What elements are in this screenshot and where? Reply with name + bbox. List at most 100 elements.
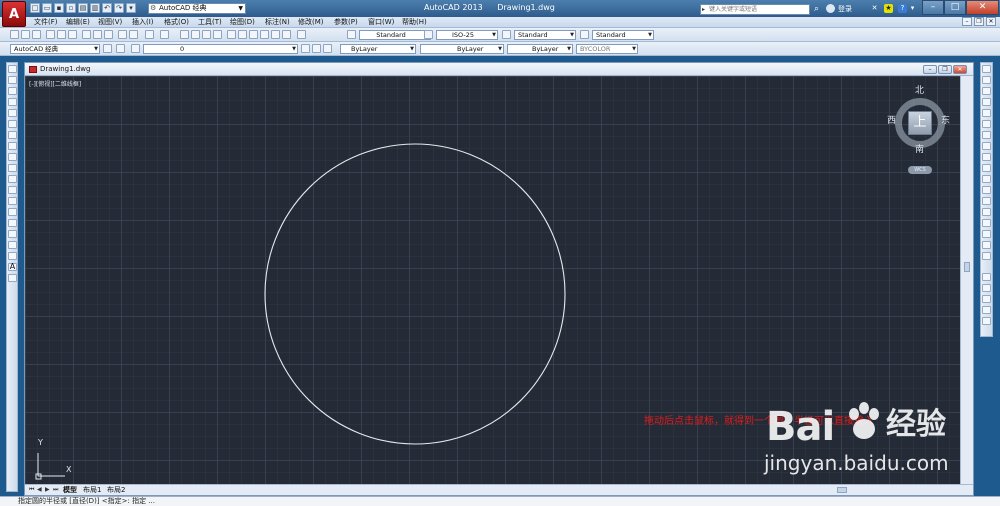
rectangle-icon[interactable]: [8, 109, 17, 117]
bring-front-icon[interactable]: [982, 284, 991, 292]
mirror-icon[interactable]: [982, 87, 991, 95]
wcs-menu[interactable]: WCS: [908, 166, 932, 174]
plot-icon[interactable]: [46, 30, 55, 39]
layer-previous-icon[interactable]: [312, 44, 321, 53]
drawing-minimize-button[interactable]: –: [923, 65, 937, 74]
layer-state-icon[interactable]: [323, 44, 332, 53]
zoom-realtime-icon[interactable]: [191, 30, 200, 39]
send-under-icon[interactable]: [982, 317, 991, 325]
copy-object-icon[interactable]: [982, 76, 991, 84]
new-icon[interactable]: □: [30, 3, 40, 13]
last-tab-icon[interactable]: ⏭: [53, 486, 58, 494]
scale-icon[interactable]: [982, 142, 991, 150]
qnew-icon[interactable]: [10, 30, 19, 39]
ellipse-arc-icon[interactable]: [8, 175, 17, 183]
blend-curves-icon[interactable]: [982, 241, 991, 249]
copy-icon[interactable]: [93, 30, 102, 39]
doc-minimize-button[interactable]: –: [962, 17, 972, 26]
help-icon[interactable]: [297, 30, 306, 39]
open-icon[interactable]: [21, 30, 30, 39]
gradient-icon[interactable]: [8, 230, 17, 238]
search-icon[interactable]: ⌕: [814, 4, 819, 14]
pan-icon[interactable]: [180, 30, 189, 39]
drawing-close-button[interactable]: ✕: [953, 65, 967, 74]
minimize-button[interactable]: –: [922, 0, 944, 15]
make-current-layer-icon[interactable]: [301, 44, 310, 53]
sheet-set-icon[interactable]: [260, 30, 269, 39]
tab-layout2[interactable]: 布局2: [107, 486, 125, 495]
exchange-icon[interactable]: ✕: [870, 4, 879, 13]
layer-properties-icon[interactable]: [116, 44, 125, 53]
line-icon[interactable]: [8, 65, 17, 73]
markup-icon[interactable]: [271, 30, 280, 39]
table-style-dropdown[interactable]: Standard ▼: [514, 30, 576, 40]
text-style-dropdown[interactable]: Standard ▼: [359, 30, 431, 40]
design-center-icon[interactable]: [238, 30, 247, 39]
login-link[interactable]: 登录: [838, 4, 852, 14]
undo-icon[interactable]: [145, 30, 154, 39]
doc-close-button[interactable]: ✕: [986, 17, 996, 26]
properties-icon[interactable]: [227, 30, 236, 39]
layer-dropdown[interactable]: 0 ▼: [143, 44, 298, 54]
match-properties-icon[interactable]: [118, 30, 127, 39]
help-dropdown-icon[interactable]: ▾: [908, 4, 917, 13]
drawn-circle[interactable]: [264, 143, 566, 445]
prev-tab-icon[interactable]: ◀: [37, 486, 42, 494]
hatch-icon[interactable]: [8, 219, 17, 227]
multiline-text-icon[interactable]: A: [8, 263, 17, 271]
join-icon[interactable]: [982, 208, 991, 216]
redo-dropdown-icon[interactable]: ▾: [126, 3, 136, 13]
next-tab-icon[interactable]: ▶: [45, 486, 50, 494]
arc-icon[interactable]: [8, 120, 17, 128]
polygon-icon[interactable]: [8, 98, 17, 106]
draw-order-icon[interactable]: [982, 273, 991, 281]
compass-west[interactable]: 西: [887, 116, 896, 126]
dim-style-icon[interactable]: [424, 30, 433, 39]
paste-icon[interactable]: [104, 30, 113, 39]
star-icon[interactable]: ★: [884, 4, 893, 13]
text-style-icon[interactable]: [347, 30, 356, 39]
menu-item-draw[interactable]: 绘图(D): [230, 18, 255, 27]
chamfer-icon[interactable]: [982, 219, 991, 227]
menu-item-edit[interactable]: 编辑(E): [66, 18, 90, 27]
tab-model[interactable]: 模型: [63, 486, 77, 495]
break-at-point-icon[interactable]: [982, 186, 991, 194]
explode-icon[interactable]: [982, 252, 991, 260]
stretch-icon[interactable]: [982, 153, 991, 161]
tool-palettes-icon[interactable]: [249, 30, 258, 39]
user-icon[interactable]: [826, 4, 835, 13]
quickcalc-icon[interactable]: [282, 30, 291, 39]
maximize-button[interactable]: □: [944, 0, 966, 15]
table-style-icon[interactable]: [502, 30, 511, 39]
dim-style-dropdown[interactable]: ISO-25 ▼: [436, 30, 498, 40]
workspace-dropdown[interactable]: ⚙ AutoCAD 经典 ▼: [148, 3, 246, 14]
send-back-icon[interactable]: [982, 295, 991, 303]
make-block-icon[interactable]: [8, 197, 17, 205]
publish-icon[interactable]: [68, 30, 77, 39]
spline-icon[interactable]: [8, 153, 17, 161]
menu-item-view[interactable]: 视图(V): [98, 18, 122, 27]
menu-item-format[interactable]: 格式(O): [164, 18, 189, 27]
viewcube-top-face[interactable]: 上: [908, 111, 932, 135]
erase-icon[interactable]: [982, 65, 991, 73]
menu-item-help[interactable]: 帮助(H): [402, 18, 427, 27]
command-line[interactable]: 指定圆的半径或 [直径(D)] <指定>: 指定 ...: [0, 496, 1000, 506]
plot-icon[interactable]: ▤: [78, 3, 88, 13]
drawing-restore-button[interactable]: ❐: [938, 65, 952, 74]
tab-layout1[interactable]: 布局1: [83, 486, 101, 495]
bring-above-icon[interactable]: [982, 306, 991, 314]
array-icon[interactable]: [982, 109, 991, 117]
circle-icon[interactable]: [8, 131, 17, 139]
ellipse-icon[interactable]: [8, 164, 17, 172]
extend-icon[interactable]: [982, 175, 991, 183]
move-icon[interactable]: [982, 120, 991, 128]
multileader-style-dropdown[interactable]: Standard ▼: [592, 30, 654, 40]
offset-icon[interactable]: [982, 98, 991, 106]
polyline-icon[interactable]: [8, 87, 17, 95]
bulb-icon[interactable]: [131, 44, 140, 53]
redo-icon[interactable]: [160, 30, 169, 39]
redo-icon[interactable]: ↷: [114, 3, 124, 13]
lineweight-dropdown[interactable]: ByLayer ▼: [507, 44, 573, 54]
zoom-previous-icon[interactable]: [213, 30, 222, 39]
first-tab-icon[interactable]: ⏮: [29, 486, 34, 494]
